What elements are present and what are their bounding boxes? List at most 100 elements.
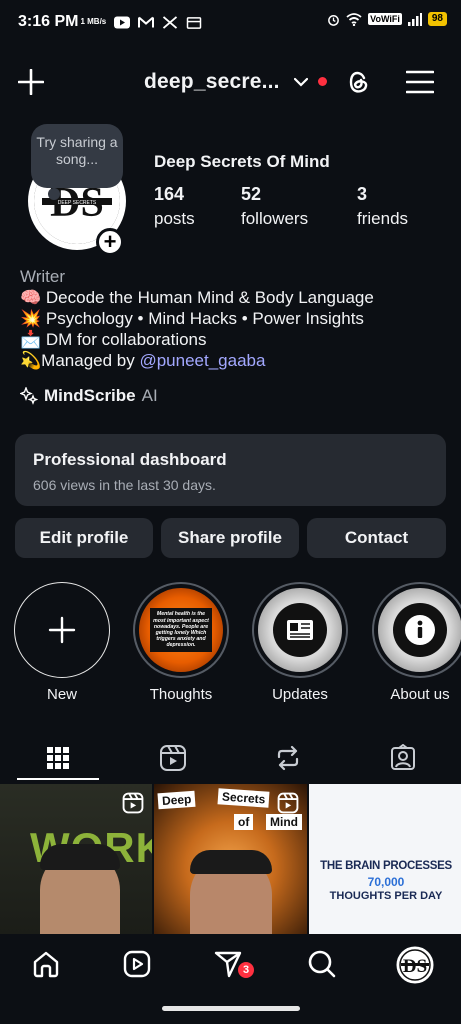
tab-active-indicator — [17, 778, 99, 780]
reposts-icon — [277, 745, 298, 771]
status-right: VoWiFi 98 — [327, 12, 447, 26]
contact-button[interactable]: Contact — [307, 518, 446, 558]
post-hair — [190, 850, 272, 874]
bio-mention-link[interactable]: @puneet_gaaba — [139, 351, 265, 370]
avatar-caption: DEEP SECRETS — [58, 200, 97, 206]
about-cover — [378, 588, 461, 672]
note-text: Try sharing a song... — [36, 134, 118, 167]
stat-posts[interactable]: 164 posts — [154, 184, 195, 229]
post-text: THOUGHTS PER DAY — [329, 890, 443, 902]
status-bar: 3:16 PM 1 MB/s VoWiFi 98 — [0, 0, 461, 44]
stat-value: 3 — [357, 184, 368, 204]
stat-label: friends — [357, 209, 409, 228]
highlight-ring — [252, 582, 348, 678]
note-tail — [48, 188, 60, 200]
reels-icon — [123, 950, 151, 978]
dashboard-title: Professional dashboard — [33, 450, 227, 469]
ai-name: MindScribe — [44, 386, 136, 405]
stat-followers[interactable]: 52 followers — [241, 184, 308, 229]
alarm-icon — [328, 14, 340, 26]
grid-icon — [46, 747, 69, 769]
tab-tagged[interactable] — [345, 734, 460, 782]
info-icon — [393, 603, 447, 657]
post-tile[interactable]: Deep Secrets of Mind — [154, 784, 307, 934]
post-text: Deep — [157, 790, 196, 810]
status-speed: 1 MB/s — [80, 17, 107, 26]
highlight-label: About us — [390, 686, 450, 703]
newspaper-icon — [273, 603, 327, 657]
updates-cover — [258, 588, 342, 672]
chevron-down-icon[interactable] — [294, 77, 308, 87]
post-text: THE BRAIN PROCESSES — [320, 860, 452, 872]
tab-reposts[interactable] — [230, 734, 345, 782]
professional-dashboard[interactable]: Professional dashboard 606 views in the … — [15, 434, 446, 506]
thoughts-cover: Mental health is the most important aspe… — [139, 588, 223, 672]
nav-search[interactable] — [302, 944, 342, 984]
stat-label: posts — [154, 209, 195, 228]
search-icon — [308, 950, 336, 978]
highlight-label: Thoughts — [149, 686, 213, 703]
reel-badge-icon — [277, 792, 299, 814]
notification-dot — [318, 77, 327, 86]
signal-icon — [407, 12, 422, 26]
status-app-icons — [114, 15, 202, 29]
highlight-about-us[interactable]: About us — [372, 582, 461, 703]
post-tile[interactable]: THE BRAIN PROCESSES 70,000 THOUGHTS PER … — [309, 784, 461, 934]
ai-suffix: AI — [141, 386, 158, 405]
threads-icon[interactable] — [344, 68, 372, 96]
bio-line: 💥 Psychology • Mind Hacks • Power Insigh… — [20, 309, 364, 328]
menu-icon[interactable] — [406, 70, 434, 94]
stat-value: 52 — [241, 184, 262, 204]
highlight-thoughts[interactable]: Mental health is the most important aspe… — [133, 582, 229, 703]
stat-label: followers — [241, 209, 309, 228]
post-hair — [40, 844, 120, 870]
youtube-icon — [114, 16, 131, 28]
post-tile[interactable]: WORK — [0, 784, 152, 934]
bio: Writer 🧠 Decode the Human Mind & Body La… — [20, 266, 450, 371]
highlight-ring — [14, 582, 110, 678]
highlight-ring: Mental health is the most important aspe… — [133, 582, 229, 678]
nav-home[interactable] — [26, 944, 66, 984]
bio-line: 🧠 Decode the Human Mind & Body Language — [20, 288, 374, 307]
thoughts-text: Mental health is the most important aspe… — [150, 608, 212, 652]
reels-icon — [159, 745, 186, 771]
tab-reels[interactable] — [115, 734, 230, 782]
ai-link[interactable]: MindScribe AI — [20, 386, 158, 406]
home-icon — [33, 951, 59, 978]
nav-reels[interactable] — [117, 944, 157, 984]
reel-badge-icon — [122, 792, 144, 814]
profile-avatar-text: DS — [403, 956, 427, 977]
stat-friends[interactable]: 3 friends — [357, 184, 408, 229]
highlight-ring — [372, 582, 461, 678]
bio-managed: 💫Managed by @puneet_gaaba — [20, 351, 266, 370]
x-icon — [163, 15, 178, 29]
plus-icon[interactable] — [18, 69, 44, 95]
calendar-icon — [187, 16, 202, 29]
bio-category: Writer — [20, 267, 66, 286]
highlight-new[interactable]: New — [14, 582, 110, 703]
plus-icon — [48, 616, 76, 644]
nav-profile[interactable]: DS — [394, 944, 436, 986]
display-name: Deep Secrets Of Mind — [154, 152, 330, 171]
post-text: of — [234, 814, 254, 830]
share-profile-button[interactable]: Share profile — [161, 518, 299, 558]
highlight-updates[interactable]: Updates — [252, 582, 348, 703]
messages-badge: 3 — [236, 960, 256, 980]
ai-sparkle-icon — [20, 387, 38, 405]
note-bubble[interactable]: Try sharing a song... — [31, 124, 123, 188]
add-story-button[interactable]: + — [96, 228, 124, 256]
highlight-label: New — [46, 686, 77, 703]
vowifi-label: VoWiFi — [368, 13, 402, 25]
tab-grid[interactable] — [0, 734, 115, 782]
tagged-icon — [390, 744, 415, 770]
dashboard-subtitle: 606 views in the last 30 days. — [33, 477, 216, 493]
post-text: Mind — [266, 814, 302, 830]
edit-profile-button[interactable]: Edit profile — [15, 518, 153, 558]
bio-line: 📩 DM for collaborations — [20, 330, 207, 349]
post-text: 70,000 — [367, 875, 405, 889]
stat-value: 164 — [154, 184, 185, 204]
username[interactable]: deep_secre... — [144, 70, 280, 94]
home-indicator[interactable] — [162, 1006, 300, 1011]
status-time: 3:16 PM — [18, 13, 79, 30]
wifi-icon — [346, 12, 362, 26]
